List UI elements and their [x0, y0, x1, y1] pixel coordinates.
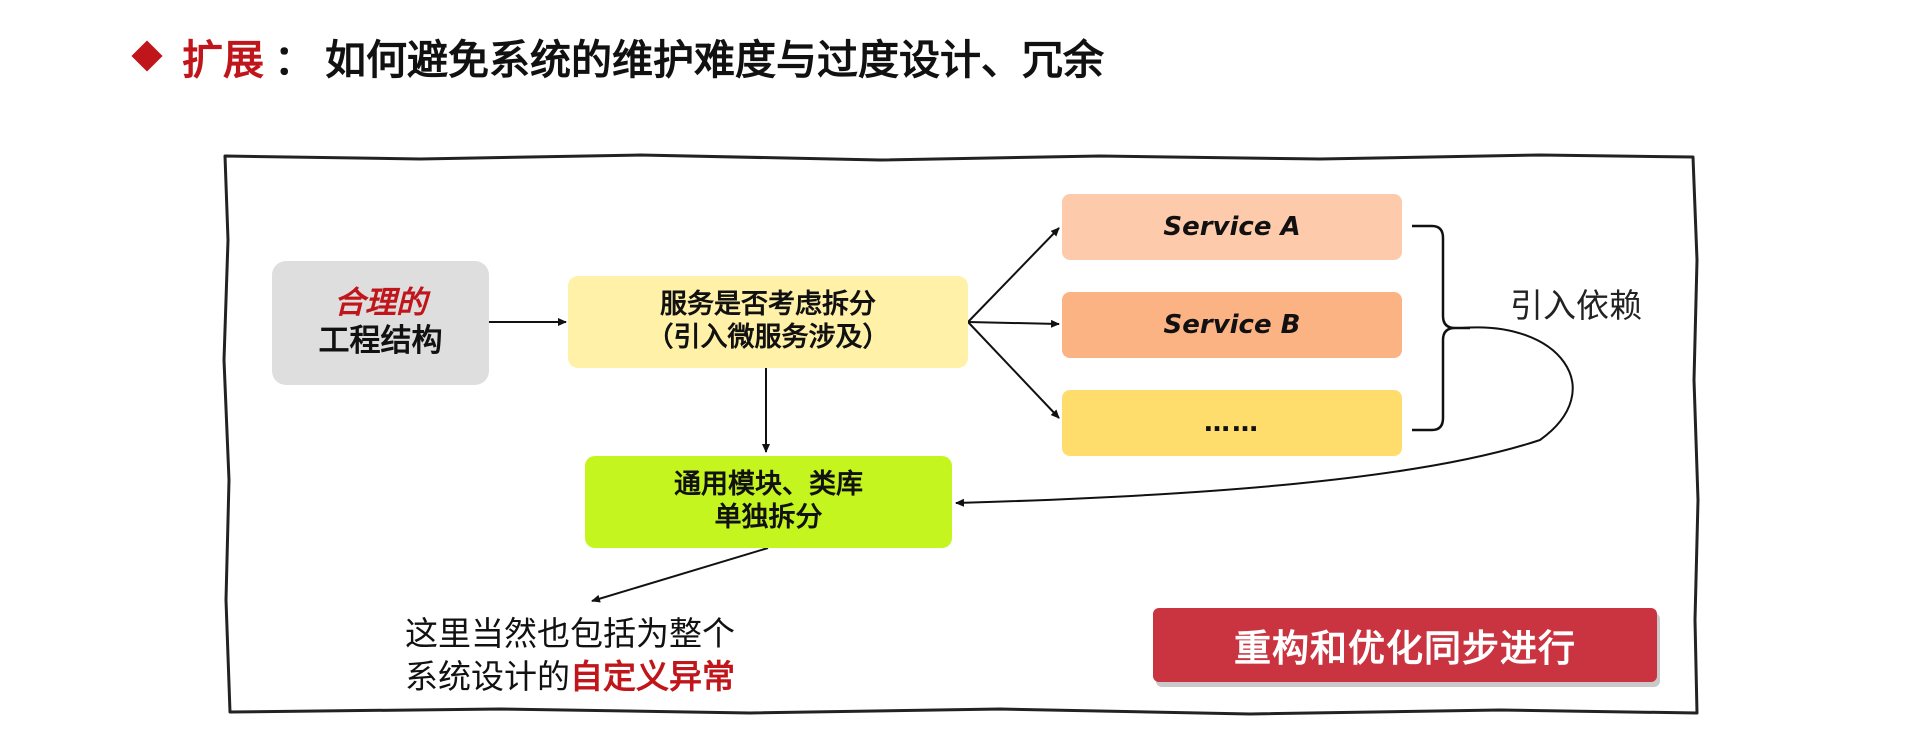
arrow-split-to-service-b — [967, 319, 1060, 328]
service-more-box: …… — [1062, 390, 1402, 456]
common-label-line2: 单独拆分 — [714, 502, 823, 533]
split-label-line2: （引入微服务涉及） — [646, 322, 890, 353]
arrow-common-to-note — [591, 547, 769, 603]
arrow-split-to-service-more — [967, 321, 1060, 419]
arrow-split-to-service-a — [967, 227, 1060, 323]
slide: 扩展 ： 如何避免系统的维护难度与过度设计、冗余 合理的 工程结构 服务是否考虑… — [0, 0, 1920, 735]
note-line2-highlight: 自定义异常 — [570, 656, 735, 696]
structure-label-reasonable: 合理的 — [334, 285, 427, 322]
common-label-line1: 通用模块、类库 — [674, 469, 863, 501]
service-a-box: Service A — [1062, 194, 1402, 260]
box-common-modules: 通用模块、类库 单独拆分 — [585, 456, 952, 548]
dependency-label: 引入依赖 — [1510, 286, 1642, 325]
structure-label-engineering: 工程结构 — [318, 323, 443, 359]
services-bracket — [1412, 224, 1470, 432]
note-line2-plain: 系统设计的 — [405, 656, 570, 696]
box-project-structure: 合理的 工程结构 — [272, 261, 489, 385]
refactor-optimize-button[interactable]: 重构和优化同步进行 — [1153, 608, 1657, 682]
slide-title: 扩展 ： 如何避免系统的维护难度与过度设计、冗余 — [130, 28, 1104, 84]
service-b-box: Service B — [1062, 292, 1402, 358]
custom-exception-note: 这里当然也包括为整个 系统设计的自定义异常 — [405, 613, 735, 699]
title-separator: ： — [274, 36, 315, 84]
box-service-split: 服务是否考虑拆分 （引入微服务涉及） — [568, 276, 968, 368]
note-line1: 这里当然也包括为整个 — [405, 614, 735, 653]
split-label-line1: 服务是否考虑拆分 — [660, 289, 876, 321]
diamond-bullet-icon — [131, 40, 163, 72]
note-line2: 系统设计的自定义异常 — [405, 656, 735, 699]
title-text: 如何避免系统的维护难度与过度设计、冗余 — [325, 36, 1104, 84]
title-accent: 扩展 — [182, 36, 264, 84]
